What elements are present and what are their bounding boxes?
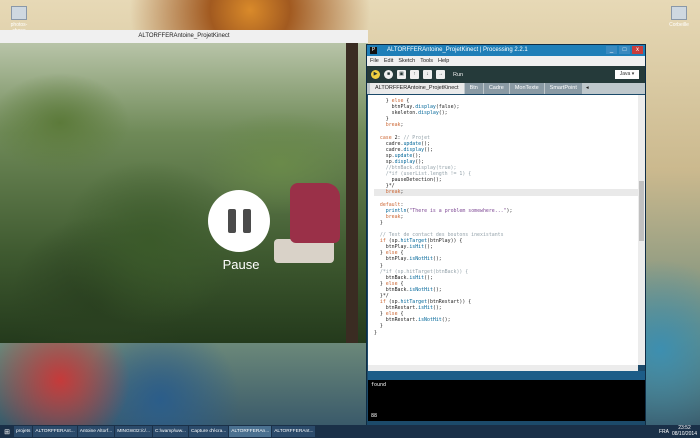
tab-cadre[interactable]: Cadre	[483, 83, 509, 94]
save-button[interactable]: ↓	[423, 70, 432, 79]
sketch-window-title: ALTORFFERAntoine_ProjetKinect	[0, 30, 368, 43]
folder-icon	[11, 6, 27, 20]
system-tray: FRA 23:52 08/10/2014	[659, 425, 700, 437]
pause-button[interactable]	[208, 190, 270, 252]
processing-logo-icon: P	[370, 47, 377, 54]
message-bar	[368, 371, 645, 380]
menu-edit[interactable]: Edit	[384, 56, 393, 66]
desktop-icon-label: Corbeille	[669, 22, 689, 28]
clock[interactable]: 23:52 08/10/2014	[671, 425, 697, 437]
ide-title: ALTORFFERAntoine_ProjetKinect | Processi…	[387, 47, 528, 53]
taskbar: ⊞ projets ALTORFFERAnt... Antoine Altorf…	[0, 425, 700, 438]
minimize-button[interactable]: _	[606, 46, 617, 54]
camera-feed	[0, 43, 368, 343]
desktop-icon-recycle-bin[interactable]: Corbeille	[664, 6, 694, 28]
taskbar-item[interactable]: Antoine Altorf...	[77, 426, 115, 437]
ide-title-bar: P ALTORFFERAntoine_ProjetKinect | Proces…	[367, 45, 645, 56]
stop-button[interactable]: ■	[384, 70, 393, 79]
language-indicator[interactable]: FRA	[659, 429, 669, 435]
taskbar-item[interactable]: C:\wamp\ww...	[153, 426, 188, 437]
menu-file[interactable]: File	[370, 56, 379, 66]
menu-tools[interactable]: Tools	[420, 56, 433, 66]
tab-menu-arrow-icon[interactable]: ◂	[583, 83, 592, 94]
pause-label: Pause	[222, 257, 260, 272]
maximize-button[interactable]: □	[619, 46, 630, 54]
console-output: found	[371, 382, 387, 388]
code-editor[interactable]: } else { btnPlay.display(false); skeleto…	[368, 95, 638, 365]
sketch-tabs: ALTORFFERAntoine_ProjetKinect Btn Cadre …	[367, 83, 645, 94]
code-line[interactable]: }	[374, 330, 638, 336]
menu-help[interactable]: Help	[438, 56, 449, 66]
menu-sketch[interactable]: Sketch	[398, 56, 415, 66]
new-button[interactable]: ▣	[397, 70, 406, 79]
processing-ide-window[interactable]: P ALTORFFERAntoine_ProjetKinect | Proces…	[366, 44, 646, 426]
taskbar-item[interactable]: MINGW32:/c/...	[115, 426, 153, 437]
taskbar-item[interactable]: ALTORFFERAn...	[229, 426, 272, 437]
mode-selector[interactable]: Java ▾	[615, 70, 639, 79]
toolbar: ▶ ■ ▣ ↑ ↓ → Run Java ▾	[367, 66, 645, 83]
tab-montexte[interactable]: MonTexte	[509, 83, 544, 94]
close-button[interactable]: x	[632, 46, 643, 54]
line-number: 88	[371, 413, 378, 419]
pause-icon	[227, 209, 236, 233]
taskbar-item[interactable]: ALTORFFERAnt...	[33, 426, 77, 437]
pole-image	[346, 43, 358, 343]
export-button[interactable]: →	[436, 70, 445, 79]
open-button[interactable]: ↑	[410, 70, 419, 79]
run-label: Run	[453, 71, 464, 78]
editor-vertical-scrollbar[interactable]	[638, 95, 645, 365]
console[interactable]: found 88	[368, 380, 645, 421]
recycle-bin-icon	[671, 6, 687, 20]
bird-feeder	[290, 183, 340, 243]
taskbar-item[interactable]: ALTORFFERAnt...	[272, 426, 316, 437]
sketch-window[interactable]: ALTORFFERAntoine_ProjetKinect Pause	[0, 30, 368, 343]
scrollbar-thumb[interactable]	[639, 181, 644, 241]
clock-date: 08/10/2014	[671, 430, 697, 437]
code-text[interactable]: } else { btnPlay.display(false); skeleto…	[368, 95, 638, 336]
tab-btn[interactable]: Btn	[464, 83, 483, 94]
taskbar-item[interactable]: Capture d'écra...	[188, 426, 229, 437]
menu-bar: File Edit Sketch Tools Help	[367, 56, 645, 66]
taskbar-item[interactable]: projets	[14, 426, 33, 437]
tab-main[interactable]: ALTORFFERAntoine_ProjetKinect	[370, 83, 464, 94]
tab-smartpoint[interactable]: SmartPoint	[544, 83, 582, 94]
run-button[interactable]: ▶	[371, 70, 380, 79]
start-button[interactable]: ⊞	[0, 425, 14, 438]
